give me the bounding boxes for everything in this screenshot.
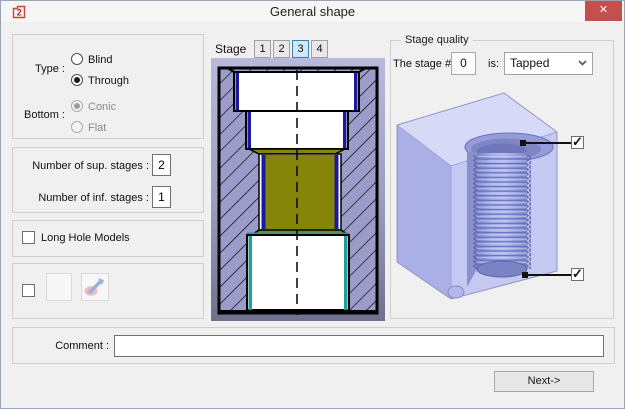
color-swatch-button[interactable] (46, 273, 72, 301)
title-bar: 2 General shape ✕ (1, 1, 624, 22)
radio-through-label[interactable]: Through (88, 75, 129, 87)
bottom-label: Bottom : (17, 109, 65, 121)
thread-top-checkbox[interactable]: ✓ (571, 136, 584, 149)
stage-4-cavity (247, 235, 349, 310)
inf-stages-label: Number of inf. stages : (16, 192, 149, 204)
check-icon: ✓ (572, 134, 583, 149)
cross-section-drawing (211, 58, 385, 321)
leader-line-top (525, 142, 571, 144)
sup-stages-label: Number of sup. stages : (16, 160, 149, 172)
stage-button-2[interactable]: 2 (273, 40, 290, 58)
hole-bottom-opening (477, 261, 527, 277)
color-picker-button[interactable] (81, 273, 109, 301)
radio-conic-label: Conic (88, 101, 116, 113)
long-hole-checkbox[interactable] (22, 231, 35, 244)
leader-line-bottom (527, 274, 571, 276)
type-label: Type : (17, 63, 65, 75)
quality-select-value: Tapped (510, 56, 549, 70)
radio-through[interactable] (71, 74, 83, 86)
stage-button-1[interactable]: 1 (254, 40, 271, 58)
close-icon: ✕ (599, 4, 608, 16)
stage-label: Stage (215, 42, 246, 56)
general-shape-dialog: 2 General shape ✕ Type : Blind Through B… (0, 0, 625, 409)
comment-label: Comment : (21, 340, 109, 352)
next-button[interactable]: Next-> (494, 371, 594, 392)
radio-conic (71, 100, 83, 112)
stage-button-3[interactable]: 3 (292, 40, 309, 58)
radio-blind-label[interactable]: Blind (88, 54, 112, 66)
is-label: is: (488, 58, 499, 70)
close-button[interactable]: ✕ (585, 1, 622, 21)
stage-button-4[interactable]: 4 (311, 40, 328, 58)
window-title: General shape (1, 4, 624, 19)
radio-blind[interactable] (71, 53, 83, 65)
stage-number-field[interactable]: 0 (451, 52, 476, 75)
preview-3d (393, 89, 609, 317)
stage-quality-label: Stage quality (401, 34, 473, 46)
comment-input[interactable] (114, 335, 604, 357)
pipette-icon (82, 274, 108, 300)
chevron-down-icon (578, 60, 587, 66)
color-checkbox[interactable] (22, 284, 35, 297)
check-icon: ✓ (572, 266, 583, 281)
quality-select[interactable]: Tapped (504, 52, 593, 75)
inf-stages-input[interactable] (152, 186, 171, 208)
thread-bottom-checkbox[interactable]: ✓ (571, 268, 584, 281)
long-hole-label[interactable]: Long Hole Models (41, 232, 130, 244)
stage-number-label: The stage # (393, 58, 451, 70)
radio-flat (71, 121, 83, 133)
radio-flat-label: Flat (88, 122, 106, 134)
sup-stages-input[interactable] (152, 154, 171, 176)
